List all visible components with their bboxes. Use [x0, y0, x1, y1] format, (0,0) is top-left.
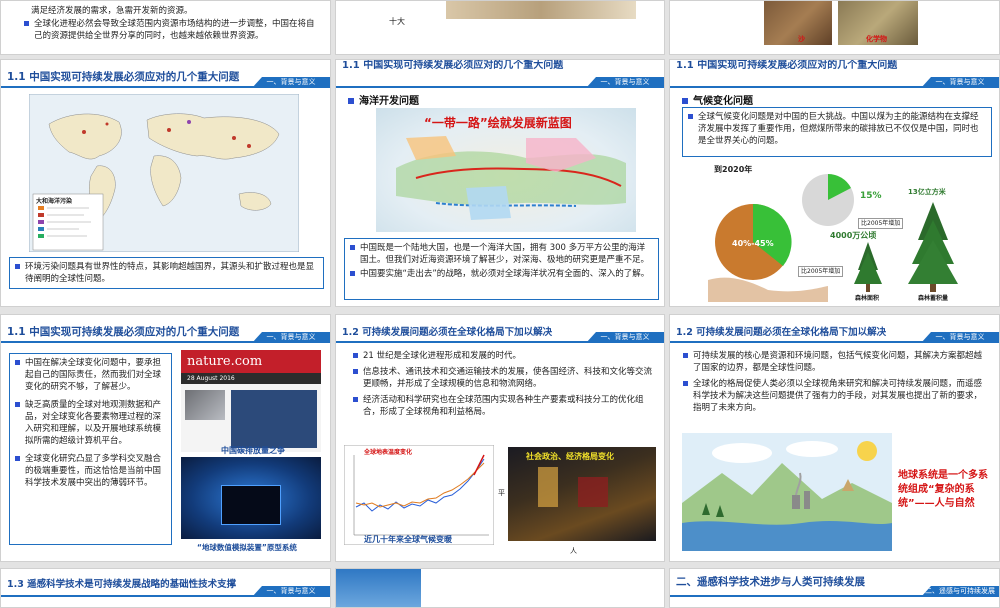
slide-3-tag-2: 化学物	[866, 35, 887, 43]
slide-8-title: 1.2 可持续发展问题必须在全球化格局下加以解决	[342, 327, 553, 338]
belt-road-map: “一带一路”绘就发展新蓝图	[376, 108, 636, 232]
supercomputer-caption: “地球数值模拟装置”原型系统	[197, 543, 297, 552]
slide-4-text-box: 环境污染问题具有世界性的特点，其影响超越国界，其源头和扩散过程也是显待阐明的全球…	[9, 257, 324, 289]
slide-7-header: 1.1 中国实现可持续发展必须应对的几个重大问题 一、背景与意义	[1, 315, 330, 343]
temperature-chart	[344, 445, 494, 545]
slide-2-photo	[446, 1, 636, 19]
slide-1[interactable]: 满足经济发展的需求，急需开发新的资源。 全球化进程必然会导致全球范围内资源市场结…	[0, 0, 331, 55]
temperature-chart-title: 全球地表温度变化	[364, 449, 413, 456]
slide-12-header: 二、遥感科学技术进步与人类可持续发展 二、遥感与可持续发展	[670, 569, 999, 597]
slide-4[interactable]: 1.1 中国实现可持续发展必须应对的几个重大问题 一、背景与意义 大和海洋污染	[0, 59, 331, 307]
slide-grid: 满足经济发展的需求，急需开发新的资源。 全球化进程必然会导致全球范围内资源市场结…	[0, 0, 1000, 608]
slide-11[interactable]	[335, 568, 665, 608]
slide-6-note-2: 比2005年增加	[798, 266, 844, 277]
temperature-chart-caption: 近几十年来全球气候变暖	[364, 535, 452, 544]
slide-8-header: 1.2 可持续发展问题必须在全球化格局下加以解决 一、背景与意义	[336, 315, 664, 343]
nature-logo: nature.com	[181, 350, 321, 373]
slide-6-header: 1.1 中国实现可持续发展必须应对的几个重大问题 一、背景与意义	[670, 60, 999, 88]
slide-9-bullet-2: 全球化的格局促使人类必须以全球视角来研究和解决可持续发展问题，而遥感科学技术为解…	[683, 378, 988, 414]
slide-11-photo	[336, 569, 421, 607]
slide-4-title: 1.1 中国实现可持续发展必须应对的几个重大问题	[7, 71, 240, 83]
slide-4-text: 环境污染问题具有世界性的特点，其影响超越国界，其源头和扩散过程也是显待阐明的全球…	[15, 261, 318, 285]
slide-3-tag-1: 沙	[798, 35, 805, 43]
slide-9[interactable]: 1.2 可持续发展问题必须在全球化格局下加以解决 一、背景与意义 可持续发展的核…	[669, 314, 1000, 562]
slide-5-header: 1.1 中国实现可持续发展必须应对的几个重大问题 一、背景与意义	[336, 60, 664, 88]
slide-6-subheading: 气候变化问题	[682, 92, 753, 107]
slide-9-bullet-box: 可持续发展的核心是资源和环境问题，包括气候变化问题，其解决方案都超越了国家的边界…	[678, 347, 993, 433]
slide-5-bullet-box: 中国既是一个陆地大国，也是一个海洋大国，拥有 300 多万平方公里的海洋国土。但…	[344, 238, 659, 300]
slide-9-bullet-1: 可持续发展的核心是资源和环境问题，包括气候变化问题，其解决方案都超越了国家的边界…	[683, 350, 988, 374]
supercomputer-photo-title: 中国碳排放量之争	[221, 446, 285, 455]
slide-6-volume: 13亿立方米	[908, 188, 946, 196]
slide-8-bullet-1: 21 世纪是全球化进程形成和发展的时代。	[353, 350, 653, 362]
slide-8[interactable]: 1.2 可持续发展问题必须在全球化格局下加以解决 一、背景与意义 21 世纪是全…	[335, 314, 665, 562]
nature-article: nature.com 28 August 2016	[181, 350, 321, 452]
slide-3[interactable]: 沙 化学物	[669, 0, 1000, 55]
slide-6-text: 全球气候变化问题是对中国的巨大挑战。中国以煤为主的能源结构在支撑经济发展中发挥了…	[688, 111, 986, 147]
slide-8-bullet-box: 21 世纪是全球化进程形成和发展的时代。 信息技术、通讯技术和交通运输技术的发展…	[348, 347, 658, 439]
slide-12-title: 二、遥感科学技术进步与人类可持续发展	[676, 576, 865, 588]
map-legend-title: 大和海洋污染	[36, 198, 73, 205]
slide-4-header: 1.1 中国实现可持续发展必须应对的几个重大问题 一、背景与意义	[1, 60, 330, 88]
slide-7-bullet-1: 中国在解决全球变化问题中，要承担起自己的国际责任，然而我们对全球变化的研究不够，…	[15, 357, 166, 393]
slide-6-year: 到2020年	[714, 165, 753, 174]
city-night-photo-title: 社会政治、经济格局变化	[526, 452, 614, 461]
slide-5-bullet-2: 中国要实施“走出去”的战略，就必须对全球海洋状况有全面的、深入的了解。	[350, 268, 653, 280]
slide-7-bullet-3: 全球变化研究凸显了多学科交叉融合的极端重要性，而这恰恰是当前中国科学技术发展中突…	[15, 453, 166, 489]
nature-date: 28 August 2016	[181, 373, 321, 384]
slide-6-text-box: 全球气候变化问题是对中国的巨大挑战。中国以煤为主的能源结构在支撑经济发展中发挥了…	[682, 107, 992, 157]
slide-6-note-1: 比2005年增加	[858, 218, 904, 229]
slide-7-title: 1.1 中国实现可持续发展必须应对的几个重大问题	[7, 326, 240, 338]
slide-6[interactable]: 1.1 中国实现可持续发展必须应对的几个重大问题 一、背景与意义 气候变化问题 …	[669, 59, 1000, 307]
slide-6-title: 1.1 中国实现可持续发展必须应对的几个重大问题	[676, 60, 898, 71]
earth-system-callout: 地球系统是一个多系统组成“复杂的系统”——人与自然	[898, 470, 988, 509]
slide-7-bullet-box: 中国在解决全球变化问题中，要承担起自己的国际责任，然而我们对全球变化的研究不够，…	[9, 353, 172, 545]
slide-12[interactable]: 二、遥感科学技术进步与人类可持续发展 二、遥感与可持续发展	[669, 568, 1000, 608]
slide-1-bullet: 全球化进程必然会导致全球范围内资源市场结构的进一步调整，中国在将自己的资源提供给…	[24, 18, 319, 42]
slide-1-text: 满足经济发展的需求，急需开发新的资源。	[31, 6, 193, 16]
slide-9-title: 1.2 可持续发展问题必须在全球化格局下加以解决	[676, 327, 887, 338]
slide-2-label: 十大	[389, 17, 405, 26]
slide-6-area: 4000万公顷	[830, 231, 877, 240]
slide-10[interactable]: 1.3 遥感科学技术是可持续发展战略的基础性技术支撑 一、背景与意义	[0, 568, 331, 608]
slide-8-bullet-2: 信息技术、通讯技术和交通运输技术的发展，使各国经济、科技和文化等交流更顺畅，并形…	[353, 366, 653, 390]
slide-5-subheading: 海洋开发问题	[348, 92, 419, 107]
slide-6-percent: 15%	[860, 191, 882, 201]
slide-7[interactable]: 1.1 中国实现可持续发展必须应对的几个重大问题 一、背景与意义 中国在解决全球…	[0, 314, 331, 562]
slide-2[interactable]: 十大	[335, 0, 665, 55]
slide-6-pie-label: 40%-45%	[732, 239, 774, 248]
world-pollution-map	[29, 94, 299, 252]
supercomputer-photo	[181, 457, 321, 539]
slide-7-bullet-2: 缺乏高质量的全球对地观测数据和产品，对全球变化各要素物理过程的深入研究和理解，以…	[15, 399, 166, 447]
slide-10-title: 1.3 遥感科学技术是可持续发展战略的基础性技术支撑	[7, 579, 237, 590]
axis-label-x: 人	[570, 547, 577, 555]
earth-system-diagram	[682, 433, 892, 551]
slide-1-bullet-box: 全球化进程必然会导致全球范围内资源市场结构的进一步调整，中国在将自己的资源提供给…	[19, 18, 324, 44]
axis-label-y: 平	[498, 489, 505, 497]
slide-10-header: 1.3 遥感科学技术是可持续发展战略的基础性技术支撑 一、背景与意义	[1, 569, 330, 597]
slide-6-tree-label-2: 森林蓄积量	[918, 295, 949, 302]
slide-6-tree-label-1: 森林面积	[855, 295, 880, 302]
slide-5[interactable]: 1.1 中国实现可持续发展必须应对的几个重大问题 一、背景与意义 海洋开发问题 …	[335, 59, 665, 307]
slide-5-bullet-1: 中国既是一个陆地大国，也是一个海洋大国，拥有 300 多万平方公里的海洋国土。但…	[350, 242, 653, 266]
belt-road-map-title: “一带一路”绘就发展新蓝图	[424, 116, 572, 130]
slide-8-bullet-3: 经济活动和科学研究也在全球范围内实现各种生产要素或科技分工的优化组合，形成了全球…	[353, 394, 653, 418]
slide-9-header: 1.2 可持续发展问题必须在全球化格局下加以解决 一、背景与意义	[670, 315, 999, 343]
slide-5-title: 1.1 中国实现可持续发展必须应对的几个重大问题	[342, 60, 564, 71]
